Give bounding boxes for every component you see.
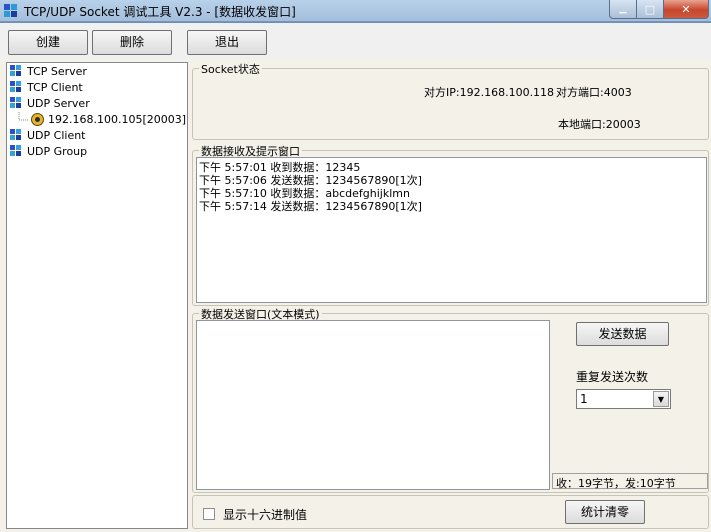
close-icon: ✕ [681,2,691,16]
delete-button[interactable]: 删除 [92,30,172,55]
tree-item-label: UDP Group [27,144,88,158]
receive-log-line: 下午 5:57:06 发送数据：1234567890[1次] [199,174,422,187]
byte-stats-text: 收：19字节，发:10字节 [556,477,676,490]
byte-stats-field: 收：19字节，发:10字节 [552,473,708,490]
hex-display-checkbox[interactable] [203,508,215,520]
window-controls: ▁ □ ✕ [609,0,709,19]
grid-icon [10,145,22,157]
remote-ip-label: 对方IP:192.168.100.118 [424,86,555,99]
tree-item-tcp-client[interactable]: TCP Client [10,79,83,95]
tree-item-udp-group[interactable]: UDP Group [10,143,87,159]
tree-item-label: UDP Server [27,96,90,110]
receive-log[interactable]: 下午 5:57:01 收到数据：12345 下午 5:57:06 发送数据：12… [196,157,707,303]
maximize-button[interactable]: □ [636,0,663,19]
tree-connector-icon [18,112,29,121]
grid-icon [10,129,22,141]
tree-item-label: 192.168.100.105[20003] [48,112,187,126]
remote-port-label: 对方端口:4003 [556,86,632,99]
minimize-button[interactable]: ▁ [609,0,636,19]
exit-button[interactable]: 退出 [187,30,267,55]
repeat-count-select[interactable]: 1 ▼ [576,389,671,409]
socket-status-title: Socket状态 [199,61,262,77]
tree-item-udp-server-connection[interactable]: 192.168.100.105[20003] [17,111,186,127]
grid-icon [10,81,22,93]
close-button[interactable]: ✕ [663,0,709,19]
send-data-button[interactable]: 发送数据 [576,322,669,346]
client-area: 创建 删除 退出 TCP Server TCP Client UDP Serve… [0,23,711,532]
chevron-down-icon[interactable]: ▼ [653,391,669,407]
maximize-icon: □ [644,2,656,16]
grid-icon [10,97,22,109]
receive-log-line: 下午 5:57:10 收到数据：abcdefghijklmn [199,187,410,200]
tree-item-udp-client[interactable]: UDP Client [10,127,86,143]
tree-item-udp-server[interactable]: UDP Server [10,95,90,111]
repeat-count-label: 重复发送次数 [576,370,649,384]
grid-icon [10,65,22,77]
hex-display-label: 显示十六进制值 [223,508,308,522]
repeat-count-value: 1 [580,392,588,406]
tree-item-label: TCP Server [27,64,87,78]
title-bar[interactable]: TCP/UDP Socket 调试工具 V2.3 - [数据收发窗口] ▁ □ … [0,0,711,22]
tree-item-label: UDP Client [27,128,86,142]
minimize-icon: ▁ [619,3,627,14]
send-text-area[interactable] [196,320,550,490]
receive-log-line: 下午 5:57:01 收到数据：12345 [199,161,361,174]
tree-item-tcp-server[interactable]: TCP Server [10,63,87,79]
tree-item-label: TCP Client [27,80,83,94]
local-port-label: 本地端口:20003 [558,118,641,131]
target-icon [31,112,44,126]
clear-stats-button[interactable]: 统计清零 [565,500,645,524]
window-title: TCP/UDP Socket 调试工具 V2.3 - [数据收发窗口] [24,5,296,19]
connection-tree[interactable]: TCP Server TCP Client UDP Server 192.168… [6,62,188,529]
app-icon [4,4,18,18]
receive-log-line: 下午 5:57:14 发送数据：1234567890[1次] [199,200,422,213]
toolbar: 创建 删除 退出 [0,23,711,59]
create-button[interactable]: 创建 [8,30,88,55]
